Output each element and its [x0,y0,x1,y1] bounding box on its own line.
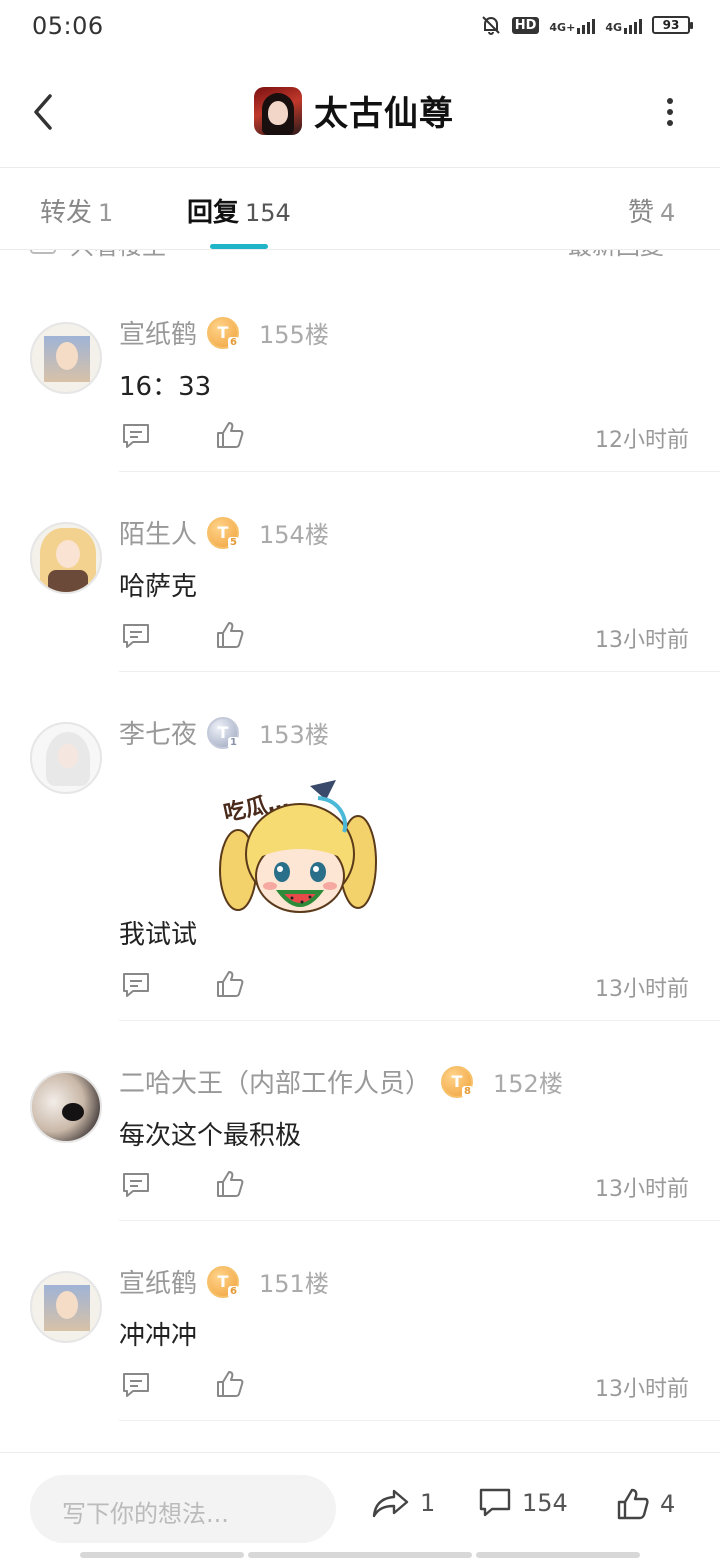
reply-time: 12小时前 [595,428,689,453]
hd-icon: HD [511,16,540,34]
reply-item: 陌生人 T5 154楼 哈萨克 13小时前 [0,472,720,672]
comment-icon[interactable] [121,622,151,650]
reply-meta: 宣纸鹤 T6 155楼 [119,314,329,351]
reply-time: 13小时前 [595,628,689,653]
floor-number: 153楼 [259,721,329,749]
reply-content: 16：33 [119,372,212,402]
tab-underline [210,244,268,249]
thumbs-up-icon[interactable] [215,620,245,650]
status-bar: 05:06 HD 4G+ 4G 93 [0,0,720,56]
floor-number: 155楼 [259,321,329,349]
page-title: 太古仙尊 [314,94,454,134]
level-badge-icon: T6 [207,1265,240,1298]
floor-number: 154楼 [259,521,329,549]
level-badge-icon: T1 [207,716,240,749]
bottom-action-bar: 写下你的想法... 1 154 4 [0,1452,720,1560]
status-time: 05:06 [32,12,104,40]
user-name[interactable]: 李七夜 [119,714,197,751]
reply-list: 宣纸鹤 T6 155楼 16：33 12小时前 陌生人 T5 154楼 哈萨克 … [0,272,720,1421]
tab-likes[interactable]: 赞4 [628,192,675,229]
thumbs-up-icon[interactable] [215,969,245,999]
tab-forward[interactable]: 转发 1 [40,192,113,229]
comment-icon[interactable] [121,1371,151,1399]
top-header: 太古仙尊 [0,56,720,168]
reply-meta: 李七夜 T1 153楼 [119,714,329,751]
avatar[interactable] [30,1271,102,1343]
share-icon [372,1489,409,1518]
user-name[interactable]: 陌生人 [119,514,197,551]
reply-actions: 12小时前 [119,418,689,458]
reply-item: 宣纸鹤 T6 151楼 冲冲冲 13小时前 [0,1221,720,1421]
comment-icon[interactable] [121,971,151,999]
level-badge-icon: T8 [441,1065,474,1098]
comment-input[interactable]: 写下你的想法... [30,1475,336,1543]
group-avatar [254,86,302,135]
user-name[interactable]: 宣纸鹤 [119,314,197,351]
thumbs-up-icon[interactable] [215,1369,245,1399]
avatar[interactable] [30,722,102,794]
status-icons: HD 4G+ 4G 93 [480,14,693,36]
reply-content: 每次这个最积极 [119,1121,302,1151]
user-name[interactable]: 宣纸鹤 [119,1263,197,1300]
tab-bar: 转发 1 回复 154 赞4 [0,168,720,250]
back-arrow-icon[interactable] [28,92,60,132]
more-options-icon[interactable] [666,98,674,126]
avatar[interactable] [30,322,102,394]
reply-meta: 二哈大王（内部工作人员） T8 152楼 [119,1063,563,1100]
nav-indicator [80,1552,244,1558]
reply-meta: 宣纸鹤 T6 151楼 [119,1263,329,1300]
reply-content: 我试试 [119,920,198,950]
thumbs-up-icon[interactable] [215,420,245,450]
header-group[interactable]: 太古仙尊 [254,86,454,135]
like-button[interactable]: 4 [616,1487,675,1521]
comment-icon[interactable] [121,422,151,450]
comments-button[interactable]: 154 [478,1487,568,1519]
nav-indicator [248,1552,472,1558]
reply-actions: 13小时前 [119,1167,689,1207]
battery-icon: 93 [652,16,693,34]
reply-item: 宣纸鹤 T6 155楼 16：33 12小时前 [0,272,720,472]
avatar[interactable] [30,522,102,594]
nav-indicator [476,1552,640,1558]
divider [119,1420,720,1421]
reply-time: 13小时前 [595,977,689,1002]
user-name[interactable]: 二哈大王（内部工作人员） [119,1063,431,1100]
thumbs-up-icon[interactable] [215,1169,245,1199]
reply-item: 李七夜 T1 153楼 吃瓜… 我试试 13小时前 [0,672,720,1021]
share-button[interactable]: 1 [372,1487,435,1519]
floor-number: 152楼 [493,1070,563,1098]
tab-replies[interactable]: 回复 154 [187,192,291,229]
signal2-icon: 4G [605,16,642,34]
floor-number: 151楼 [259,1270,329,1298]
level-badge-icon: T5 [207,516,240,549]
sticker-image[interactable]: 吃瓜… [218,772,378,932]
comment-icon [479,1488,511,1517]
reply-content: 冲冲冲 [119,1321,198,1351]
reply-actions: 13小时前 [119,618,689,658]
reply-time: 13小时前 [595,1377,689,1402]
reply-time: 13小时前 [595,1177,689,1202]
reply-item: 二哈大王（内部工作人员） T8 152楼 每次这个最积极 13小时前 [0,1021,720,1221]
reply-actions: 13小时前 [119,1367,689,1407]
level-badge-icon: T6 [207,316,240,349]
reply-content: 哈萨克 [119,572,198,602]
comment-icon[interactable] [121,1171,151,1199]
signal1-icon: 4G+ [549,16,596,34]
reply-actions: 13小时前 [119,967,689,1007]
thumbs-up-icon [617,1488,649,1520]
avatar[interactable] [30,1071,102,1143]
reply-meta: 陌生人 T5 154楼 [119,514,329,551]
mute-bell-icon [482,16,500,35]
